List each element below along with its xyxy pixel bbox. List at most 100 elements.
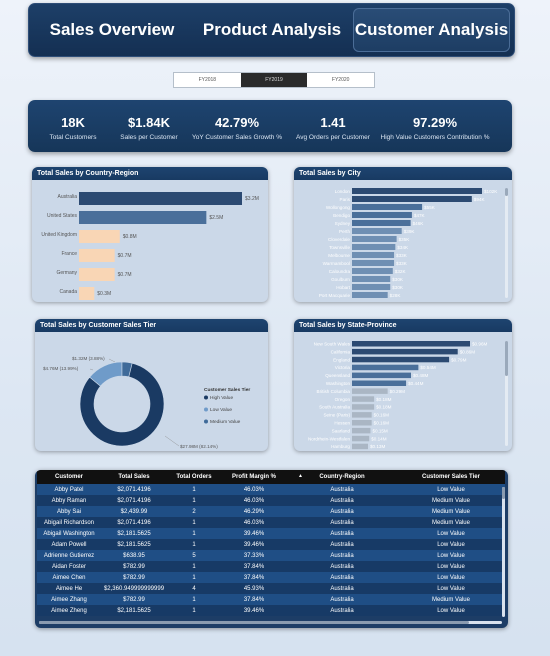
bar[interactable] bbox=[352, 220, 411, 226]
year-option-fy2020[interactable]: FY2020 bbox=[307, 73, 374, 87]
table-cell: 1 bbox=[192, 607, 196, 614]
bar[interactable] bbox=[352, 236, 397, 242]
table-cell: Australia bbox=[330, 486, 354, 493]
bar[interactable] bbox=[352, 228, 402, 234]
panel-title: Total Sales by Country-Region bbox=[32, 167, 268, 180]
bar[interactable] bbox=[79, 287, 95, 300]
legend-label[interactable]: Medium Value bbox=[210, 419, 241, 425]
table-row[interactable]: Abby Raman $2,071.4196 1 46.03% Australia Med… bbox=[37, 495, 505, 506]
table-row[interactable]: Abby Sai $2,439.99 2 46.29% Australia Medium … bbox=[37, 506, 505, 517]
kpi-total-customers: 18K Total Customers bbox=[32, 104, 114, 148]
bar[interactable] bbox=[352, 356, 450, 363]
bar[interactable] bbox=[352, 396, 375, 402]
bar[interactable] bbox=[352, 443, 368, 450]
scrollbar-thumb[interactable] bbox=[39, 621, 469, 624]
column-header-customer[interactable]: Customer bbox=[37, 470, 101, 484]
column-header-country-region[interactable]: Country-Region bbox=[287, 470, 397, 484]
data-label: $0.18M bbox=[376, 405, 391, 410]
column-header-total-sales[interactable]: Total Sales bbox=[101, 470, 167, 484]
bar[interactable] bbox=[352, 244, 396, 250]
bar[interactable] bbox=[352, 388, 388, 394]
data-label: $34K bbox=[397, 245, 409, 250]
bar[interactable] bbox=[352, 252, 395, 258]
bar[interactable] bbox=[352, 212, 412, 218]
data-label: $0.15M bbox=[372, 428, 387, 433]
bar[interactable] bbox=[352, 427, 371, 434]
bar[interactable] bbox=[79, 249, 115, 262]
scrollbar-thumb[interactable] bbox=[505, 341, 508, 376]
bar[interactable] bbox=[352, 348, 458, 355]
column-header-profit-margin[interactable]: Profit Margin % ▲ bbox=[221, 470, 303, 484]
table-cell: Australia bbox=[330, 607, 354, 614]
country-region-panel: Total Sales by Country-Region Australia $… bbox=[32, 167, 268, 302]
bar[interactable] bbox=[352, 292, 388, 298]
kpi-value: $1.84K bbox=[128, 115, 170, 130]
bar[interactable] bbox=[352, 196, 472, 202]
bar[interactable] bbox=[352, 341, 470, 347]
bar[interactable] bbox=[352, 284, 391, 290]
table-row[interactable]: Aimee Zheng $2,181.5625 1 39.46% Australia Lo… bbox=[37, 605, 505, 616]
bar[interactable] bbox=[352, 412, 372, 418]
data-label: $39K bbox=[404, 229, 416, 234]
legend-marker[interactable] bbox=[204, 407, 208, 412]
leader-line bbox=[164, 435, 180, 447]
kpi-label: YoY Customer Sales Growth % bbox=[192, 134, 282, 141]
scrollbar-thumb[interactable] bbox=[502, 487, 505, 499]
category-label: Oregon bbox=[335, 397, 351, 402]
bar[interactable] bbox=[79, 211, 207, 224]
year-option-fy2019[interactable]: FY2019 bbox=[240, 73, 308, 87]
table-row[interactable]: Aimee Chen $782.99 1 37.84% Australia Low Val… bbox=[37, 572, 505, 583]
kpi-high-value-contribution: 97.29% High Value Customers Contribution… bbox=[376, 104, 494, 148]
table-cell: 46.03% bbox=[243, 519, 265, 526]
table-row[interactable]: Aimee He $2,360.949999999999 4 45.93% Austra… bbox=[37, 583, 505, 594]
bar[interactable] bbox=[352, 188, 482, 194]
kpi-label: High Value Customers Contribution % bbox=[380, 134, 490, 141]
data-label: $0.16M bbox=[374, 421, 389, 426]
table-cell: Australia bbox=[330, 563, 354, 570]
category-label: England bbox=[333, 357, 350, 362]
table-row[interactable]: Aimee Zhang $782.99 1 37.84% Australia Medium… bbox=[37, 594, 505, 605]
customer-tier-donut-chart: $27.98M (82.14%) $4.76M (13.99%) $1.32M (3… bbox=[43, 356, 250, 449]
legend-label[interactable]: Low Value bbox=[210, 407, 232, 413]
category-label: South Australia bbox=[319, 405, 350, 410]
table-row[interactable]: Adam Powell $2,181.5625 1 39.46% Australia Lo… bbox=[37, 539, 505, 550]
bar[interactable] bbox=[79, 192, 242, 205]
table-row[interactable]: Abigail Washington $2,181.5625 1 39.46% Aust… bbox=[37, 528, 505, 539]
table-cell: Australia bbox=[330, 552, 354, 559]
vertical-scrollbar[interactable] bbox=[502, 487, 505, 617]
category-label: Paris bbox=[340, 197, 351, 202]
column-header-customer-sales-tier[interactable]: Customer Sales Tier bbox=[397, 470, 505, 484]
legend-marker[interactable] bbox=[204, 419, 208, 424]
category-label: London bbox=[335, 189, 351, 194]
horizontal-scrollbar[interactable] bbox=[39, 621, 502, 624]
table-row[interactable]: Aidan Foster $782.99 1 37.84% Australia Low V… bbox=[37, 561, 505, 572]
bar[interactable] bbox=[352, 372, 411, 379]
tab-customer-analysis[interactable]: Customer Analysis bbox=[353, 8, 510, 52]
table-row[interactable]: Abby Patel $2,071.4196 1 46.03% Australia Low… bbox=[37, 484, 505, 495]
bar[interactable] bbox=[352, 435, 370, 442]
leader-line bbox=[89, 368, 94, 371]
bar[interactable] bbox=[352, 204, 423, 210]
bar[interactable] bbox=[352, 268, 393, 274]
bar[interactable] bbox=[79, 268, 115, 281]
bar[interactable] bbox=[79, 230, 120, 243]
bar[interactable] bbox=[352, 364, 419, 371]
bar[interactable] bbox=[352, 260, 395, 266]
table-row[interactable]: Adrienne Gutierrez $638.95 5 37.33% Australi… bbox=[37, 550, 505, 561]
bar[interactable] bbox=[352, 276, 391, 282]
kpi-value: 97.29% bbox=[412, 115, 458, 130]
table-row[interactable]: Abigail Richardson $2,071.4196 1 46.03% Aust… bbox=[37, 517, 505, 528]
scrollbar-thumb[interactable] bbox=[505, 188, 508, 196]
bar[interactable] bbox=[352, 380, 407, 387]
table-cell: 2 bbox=[192, 508, 196, 515]
year-option-fy2018[interactable]: FY2018 bbox=[174, 73, 241, 87]
tab-product-analysis[interactable]: Product Analysis bbox=[193, 8, 351, 52]
tab-sales-overview[interactable]: Sales Overview bbox=[33, 8, 191, 52]
bar[interactable] bbox=[352, 404, 375, 410]
column-header-total-orders[interactable]: Total Orders bbox=[167, 470, 221, 484]
bar[interactable] bbox=[352, 420, 372, 426]
scrollbar[interactable] bbox=[505, 188, 508, 298]
legend-marker[interactable] bbox=[204, 395, 208, 400]
legend-label[interactable]: High Value bbox=[210, 395, 233, 401]
table-cell: Aimee Zhang bbox=[51, 596, 87, 603]
